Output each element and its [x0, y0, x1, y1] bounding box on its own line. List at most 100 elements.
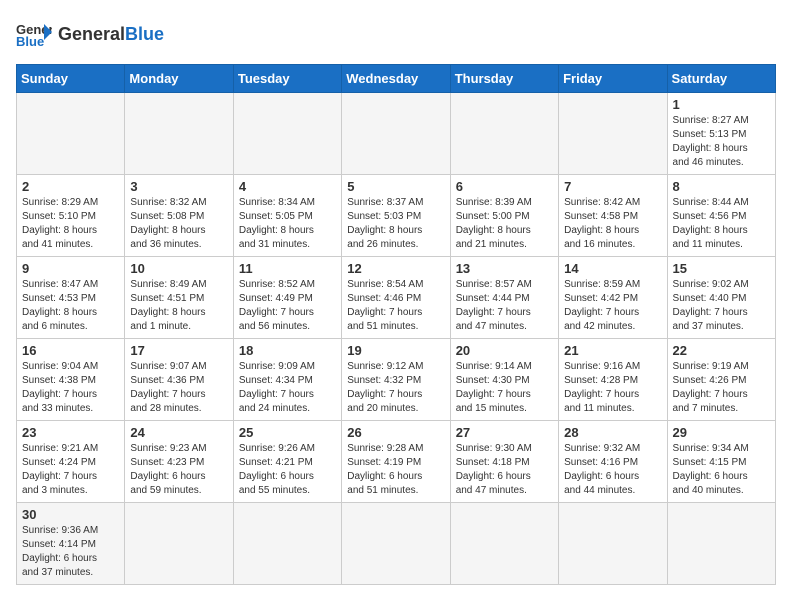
calendar-cell: 4 Sunrise: 8:34 AM Sunset: 5:05 PM Daylig… — [233, 175, 341, 257]
calendar-cell — [559, 503, 667, 585]
day-number: 27 — [456, 425, 553, 440]
day-info: Sunrise: 9:30 AM Sunset: 4:18 PM Dayligh… — [456, 442, 553, 498]
day-number: 14 — [564, 261, 661, 276]
day-number: 24 — [130, 425, 227, 440]
logo: General Blue GeneralBlue — [16, 16, 164, 52]
day-info: Sunrise: 9:36 AM Sunset: 4:14 PM Dayligh… — [22, 524, 119, 580]
day-number: 8 — [673, 179, 770, 194]
day-info: Sunrise: 9:09 AM Sunset: 4:34 PM Dayligh… — [239, 360, 336, 416]
day-info: Sunrise: 9:04 AM Sunset: 4:38 PM Dayligh… — [22, 360, 119, 416]
calendar-cell: 13 Sunrise: 8:57 AM Sunset: 4:44 PM Dayli… — [450, 257, 558, 339]
calendar-week-2: 2 Sunrise: 8:29 AM Sunset: 5:10 PM Daylig… — [17, 175, 776, 257]
day-info: Sunrise: 8:37 AM Sunset: 5:03 PM Dayligh… — [347, 196, 444, 252]
header-tuesday: Tuesday — [233, 65, 341, 93]
day-number: 30 — [22, 507, 119, 522]
day-info: Sunrise: 9:19 AM Sunset: 4:26 PM Dayligh… — [673, 360, 770, 416]
calendar-cell: 9Sunrise: 8:47 AM Sunset: 4:53 PM Daylig… — [17, 257, 125, 339]
day-info: Sunrise: 8:59 AM Sunset: 4:42 PM Dayligh… — [564, 278, 661, 334]
day-number: 10 — [130, 261, 227, 276]
calendar-cell: 25Sunrise: 9:26 AM Sunset: 4:21 PM Dayli… — [233, 421, 341, 503]
calendar-cell: 19 Sunrise: 9:12 AM Sunset: 4:32 PM Dayli… — [342, 339, 450, 421]
day-info: Sunrise: 8:27 AM Sunset: 5:13 PM Dayligh… — [673, 114, 770, 170]
day-info: Sunrise: 8:42 AM Sunset: 4:58 PM Dayligh… — [564, 196, 661, 252]
calendar-cell: 7 Sunrise: 8:42 AM Sunset: 4:58 PM Daylig… — [559, 175, 667, 257]
calendar-cell — [233, 93, 341, 175]
day-number: 18 — [239, 343, 336, 358]
calendar-cell — [17, 93, 125, 175]
day-info: Sunrise: 8:39 AM Sunset: 5:00 PM Dayligh… — [456, 196, 553, 252]
calendar-week-6: 30 Sunrise: 9:36 AM Sunset: 4:14 PM Dayli… — [17, 503, 776, 585]
calendar-cell: 22 Sunrise: 9:19 AM Sunset: 4:26 PM Dayli… — [667, 339, 775, 421]
day-info: Sunrise: 9:34 AM Sunset: 4:15 PM Dayligh… — [673, 442, 770, 498]
header-monday: Monday — [125, 65, 233, 93]
calendar-cell — [667, 503, 775, 585]
calendar-cell: 1Sunrise: 8:27 AM Sunset: 5:13 PM Daylig… — [667, 93, 775, 175]
calendar-cell: 5Sunrise: 8:37 AM Sunset: 5:03 PM Daylig… — [342, 175, 450, 257]
day-info: Sunrise: 9:12 AM Sunset: 4:32 PM Dayligh… — [347, 360, 444, 416]
day-number: 7 — [564, 179, 661, 194]
logo-blue: Blue — [125, 24, 164, 44]
calendar-cell: 29 Sunrise: 9:34 AM Sunset: 4:15 PM Dayli… — [667, 421, 775, 503]
day-info: Sunrise: 9:14 AM Sunset: 4:30 PM Dayligh… — [456, 360, 553, 416]
day-info: Sunrise: 9:28 AM Sunset: 4:19 PM Dayligh… — [347, 442, 444, 498]
calendar-cell: 24 Sunrise: 9:23 AM Sunset: 4:23 PM Dayli… — [125, 421, 233, 503]
calendar-cell: 23Sunrise: 9:21 AM Sunset: 4:24 PM Dayli… — [17, 421, 125, 503]
day-info: Sunrise: 8:44 AM Sunset: 4:56 PM Dayligh… — [673, 196, 770, 252]
day-number: 23 — [22, 425, 119, 440]
day-number: 28 — [564, 425, 661, 440]
logo-general: General — [58, 24, 125, 44]
day-info: Sunrise: 8:54 AM Sunset: 4:46 PM Dayligh… — [347, 278, 444, 334]
calendar-cell — [450, 503, 558, 585]
day-number: 11 — [239, 261, 336, 276]
day-info: Sunrise: 8:57 AM Sunset: 4:44 PM Dayligh… — [456, 278, 553, 334]
day-number: 26 — [347, 425, 444, 440]
day-info: Sunrise: 9:16 AM Sunset: 4:28 PM Dayligh… — [564, 360, 661, 416]
day-number: 16 — [22, 343, 119, 358]
svg-text:Blue: Blue — [16, 34, 44, 49]
day-info: Sunrise: 8:32 AM Sunset: 5:08 PM Dayligh… — [130, 196, 227, 252]
calendar-cell: 28Sunrise: 9:32 AM Sunset: 4:16 PM Dayli… — [559, 421, 667, 503]
calendar-cell: 10 Sunrise: 8:49 AM Sunset: 4:51 PM Dayli… — [125, 257, 233, 339]
header-saturday: Saturday — [667, 65, 775, 93]
calendar-cell: 20 Sunrise: 9:14 AM Sunset: 4:30 PM Dayli… — [450, 339, 558, 421]
day-number: 29 — [673, 425, 770, 440]
day-info: Sunrise: 9:23 AM Sunset: 4:23 PM Dayligh… — [130, 442, 227, 498]
day-number: 17 — [130, 343, 227, 358]
calendar-cell: 30 Sunrise: 9:36 AM Sunset: 4:14 PM Dayli… — [17, 503, 125, 585]
calendar-cell — [342, 93, 450, 175]
day-number: 13 — [456, 261, 553, 276]
calendar-cell — [125, 503, 233, 585]
day-info: Sunrise: 8:29 AM Sunset: 5:10 PM Dayligh… — [22, 196, 119, 252]
day-number: 4 — [239, 179, 336, 194]
header-friday: Friday — [559, 65, 667, 93]
day-info: Sunrise: 8:49 AM Sunset: 4:51 PM Dayligh… — [130, 278, 227, 334]
calendar-cell: 2 Sunrise: 8:29 AM Sunset: 5:10 PM Daylig… — [17, 175, 125, 257]
calendar-cell: 26 Sunrise: 9:28 AM Sunset: 4:19 PM Dayli… — [342, 421, 450, 503]
calendar-cell: 3 Sunrise: 8:32 AM Sunset: 5:08 PM Daylig… — [125, 175, 233, 257]
calendar-week-5: 23Sunrise: 9:21 AM Sunset: 4:24 PM Dayli… — [17, 421, 776, 503]
header-sunday: Sunday — [17, 65, 125, 93]
calendar-cell: 18 Sunrise: 9:09 AM Sunset: 4:34 PM Dayli… — [233, 339, 341, 421]
calendar-week-4: 16 Sunrise: 9:04 AM Sunset: 4:38 PM Dayli… — [17, 339, 776, 421]
calendar-week-3: 9Sunrise: 8:47 AM Sunset: 4:53 PM Daylig… — [17, 257, 776, 339]
day-number: 12 — [347, 261, 444, 276]
day-info: Sunrise: 9:07 AM Sunset: 4:36 PM Dayligh… — [130, 360, 227, 416]
day-number: 2 — [22, 179, 119, 194]
calendar-cell: 12 Sunrise: 8:54 AM Sunset: 4:46 PM Dayli… — [342, 257, 450, 339]
calendar-cell: 17 Sunrise: 9:07 AM Sunset: 4:36 PM Dayli… — [125, 339, 233, 421]
calendar-cell: 14 Sunrise: 8:59 AM Sunset: 4:42 PM Dayli… — [559, 257, 667, 339]
header-wednesday: Wednesday — [342, 65, 450, 93]
calendar-cell: 16 Sunrise: 9:04 AM Sunset: 4:38 PM Dayli… — [17, 339, 125, 421]
day-info: Sunrise: 9:02 AM Sunset: 4:40 PM Dayligh… — [673, 278, 770, 334]
day-number: 3 — [130, 179, 227, 194]
day-number: 15 — [673, 261, 770, 276]
day-number: 19 — [347, 343, 444, 358]
page-header: General Blue GeneralBlue — [16, 16, 776, 52]
calendar-cell: 15 Sunrise: 9:02 AM Sunset: 4:40 PM Dayli… — [667, 257, 775, 339]
day-info: Sunrise: 8:52 AM Sunset: 4:49 PM Dayligh… — [239, 278, 336, 334]
calendar-cell — [233, 503, 341, 585]
day-number: 21 — [564, 343, 661, 358]
day-number: 20 — [456, 343, 553, 358]
day-info: Sunrise: 8:34 AM Sunset: 5:05 PM Dayligh… — [239, 196, 336, 252]
day-number: 22 — [673, 343, 770, 358]
